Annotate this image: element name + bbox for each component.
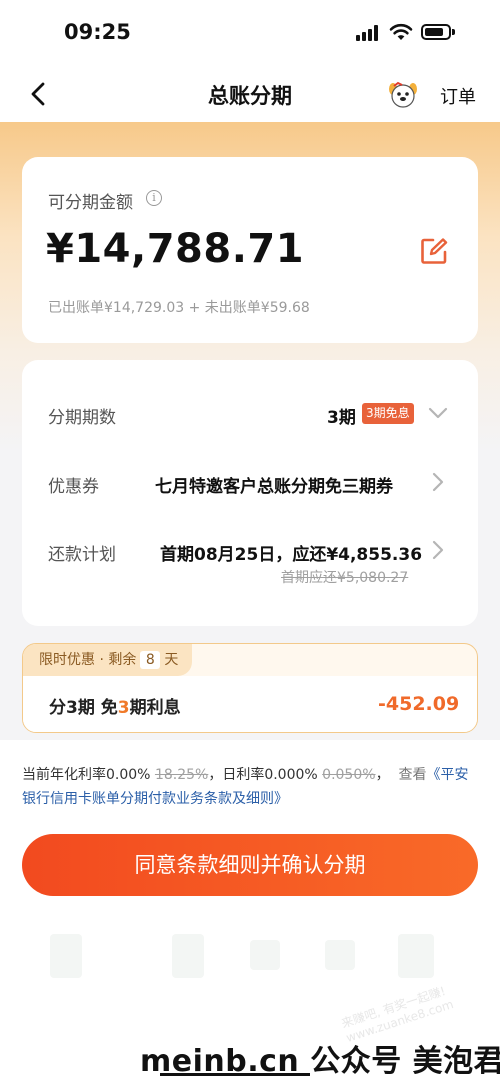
periods-label: 分期期数	[48, 408, 116, 428]
battery-tip	[452, 29, 455, 35]
promo-tag-prefix: 限时优惠 · 剩余	[39, 652, 137, 668]
page-title: 总账分期	[208, 84, 292, 108]
promo-box: 限时优惠 · 剩余 8 天 分3期 免3期利息 -452.09	[22, 643, 478, 733]
orders-link[interactable]: 订单	[440, 83, 476, 109]
background-block	[172, 934, 204, 978]
repayment-plan-value[interactable]: 首期08月25日，应还¥4,855.36	[160, 540, 422, 565]
background-block	[250, 940, 280, 970]
confirm-installment-button[interactable]: 同意条款细则并确认分期	[22, 834, 478, 896]
promo-text-a: 分3期 免	[49, 698, 118, 718]
info-icon[interactable]: i	[146, 190, 162, 206]
original-first-payment: 首期应还¥5,080.27	[281, 570, 409, 586]
periods-value[interactable]: 3期	[327, 403, 356, 428]
interest-free-badge: 3期免息	[362, 403, 414, 424]
terms-view: 查看	[398, 767, 427, 783]
terms-comma: ，	[375, 767, 390, 783]
promo-text-highlight: 3	[117, 698, 130, 718]
amount-label: 可分期金额	[48, 193, 133, 213]
chevron-right-icon[interactable]	[431, 540, 445, 560]
daily-rate-original: 0.050%	[322, 767, 376, 783]
background-block	[50, 934, 82, 978]
edit-icon[interactable]	[420, 237, 448, 265]
installment-amount: ¥14,788.71	[46, 226, 305, 272]
promo-saving-amount: -452.09	[378, 693, 460, 715]
promo-tag-suffix: 天	[164, 652, 179, 668]
annual-rate-original: 18.25%	[154, 767, 209, 783]
promo-days: 8	[140, 651, 161, 669]
chevron-down-icon[interactable]	[428, 406, 448, 420]
signal-icon	[356, 25, 378, 41]
coupon-label: 优惠券	[48, 477, 99, 497]
wifi-icon	[389, 23, 413, 40]
background-block	[325, 940, 355, 970]
repayment-plan-label: 还款计划	[48, 545, 116, 565]
background-block	[398, 934, 434, 978]
bill-breakdown: 已出账单¥14,729.03 + 未出账单¥59.68	[48, 300, 310, 316]
status-time: 09:25	[64, 20, 131, 44]
promo-text: 分3期 免3期利息	[49, 693, 181, 718]
battery-icon	[421, 24, 451, 40]
daily-rate: ，日利率0.000%	[208, 767, 318, 783]
footer-underline	[160, 1073, 310, 1076]
terms-text: 当前年化利率0.00% 18.25%，日利率0.000% 0.050%， 查看《…	[22, 763, 482, 811]
promo-tag: 限时优惠 · 剩余 8 天	[23, 644, 193, 676]
annual-rate: 当前年化利率0.00%	[22, 767, 151, 783]
promo-text-b: 期利息	[129, 698, 181, 718]
coupon-value[interactable]: 七月特邀客户总账分期免三期券	[155, 472, 393, 497]
chevron-right-icon[interactable]	[431, 472, 445, 492]
mascot-icon[interactable]	[388, 80, 418, 110]
